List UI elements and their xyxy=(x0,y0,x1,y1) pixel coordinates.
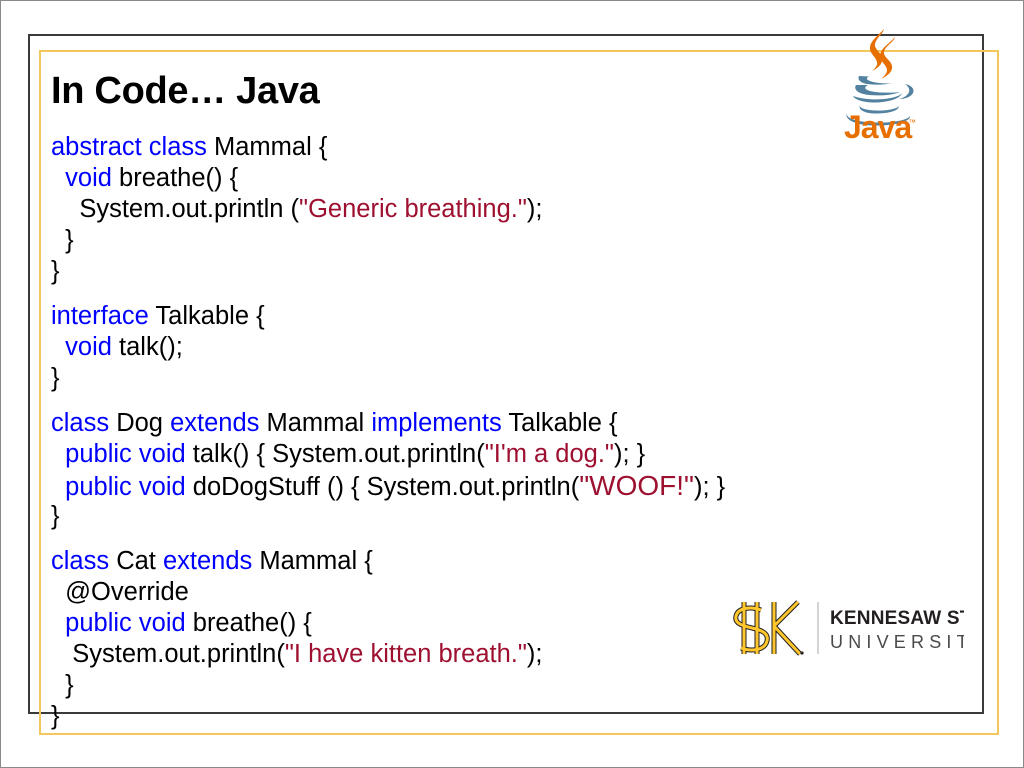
code-text: } xyxy=(51,364,60,392)
ksu-logo: KENNESAW STATE UNIVERSITY xyxy=(714,592,964,664)
ksu-monogram-icon xyxy=(733,600,804,656)
code-string-literal-emphasis: "WOOF!" xyxy=(579,470,694,501)
code-text: } xyxy=(51,702,60,730)
code-text: System.out.println ( xyxy=(51,195,300,223)
ksu-wordmark-line1: KENNESAW STATE xyxy=(830,608,964,629)
code-keyword: void xyxy=(65,164,112,192)
code-line: abstract class Mammal { xyxy=(51,132,951,163)
code-text: Dog xyxy=(109,409,171,437)
code-text: breathe() { xyxy=(111,164,239,192)
code-text: System.out.println( xyxy=(51,640,285,668)
code-line: void breathe() { xyxy=(51,163,951,194)
code-line: } xyxy=(51,701,951,732)
code-line: interface Talkable { xyxy=(51,301,951,332)
code-line: class Dog extends Mammal implements Talk… xyxy=(51,408,951,439)
java-wordmark: Java ™ xyxy=(844,109,916,141)
code-keyword: implements xyxy=(371,409,502,437)
code-text: Talkable { xyxy=(148,302,265,330)
code-keyword: interface xyxy=(51,302,149,330)
code-text: } xyxy=(51,671,74,699)
code-text: } xyxy=(51,257,60,285)
code-string-literal: "I'm a dog." xyxy=(484,440,614,468)
code-line: public void doDogStuff () { System.out.p… xyxy=(51,470,951,501)
code-keyword: extends xyxy=(170,409,260,437)
code-line: } xyxy=(51,670,951,701)
ksu-wordmark-line2: UNIVERSITY xyxy=(830,632,964,652)
code-keyword: public void xyxy=(65,609,186,637)
code-text: } xyxy=(51,226,74,254)
code-line: } xyxy=(51,225,951,256)
code-text: @Override xyxy=(51,578,189,606)
code-text: talk() { System.out.println( xyxy=(185,440,485,468)
code-line: class Cat extends Mammal { xyxy=(51,546,951,577)
code-text: ); xyxy=(526,195,543,223)
code-text: Talkable { xyxy=(501,409,618,437)
code-text: breathe() { xyxy=(185,609,312,637)
code-text: } xyxy=(51,502,60,530)
slide-canvas: In Code… Java abstract class Mammal { vo… xyxy=(0,0,1024,768)
code-keyword: class xyxy=(51,547,110,575)
code-text: ); xyxy=(526,640,543,668)
java-logo: Java ™ xyxy=(829,21,929,141)
code-keyword: public void xyxy=(65,473,186,501)
code-line: } xyxy=(51,256,951,287)
code-string-literal: "Generic breathing." xyxy=(299,195,527,223)
code-line: } xyxy=(51,501,951,532)
svg-text:™: ™ xyxy=(908,118,916,127)
code-text: Mammal xyxy=(259,409,372,437)
svg-text:Java: Java xyxy=(844,109,912,141)
java-steam-icon xyxy=(869,29,895,79)
code-text: doDogStuff () { System.out.println( xyxy=(185,473,580,501)
code-line: void talk(); xyxy=(51,332,951,363)
code-keyword: abstract class xyxy=(51,133,207,161)
code-text: Cat xyxy=(109,547,163,575)
code-text: Mammal { xyxy=(206,133,328,161)
code-keyword: void xyxy=(65,333,112,361)
code-text: talk(); xyxy=(111,333,183,361)
code-text: ); } xyxy=(693,473,726,501)
page-title: In Code… Java xyxy=(51,70,320,112)
code-line: System.out.println ("Generic breathing."… xyxy=(51,194,951,225)
code-keyword: extends xyxy=(162,547,253,575)
code-keyword: public void xyxy=(65,440,186,468)
code-line: public void talk() { System.out.println(… xyxy=(51,439,951,470)
code-line: } xyxy=(51,363,951,394)
code-keyword: class xyxy=(51,409,110,437)
code-string-literal: "I have kitten breath." xyxy=(284,640,527,668)
code-text: ); } xyxy=(613,440,646,468)
code-text: Mammal { xyxy=(252,547,373,575)
